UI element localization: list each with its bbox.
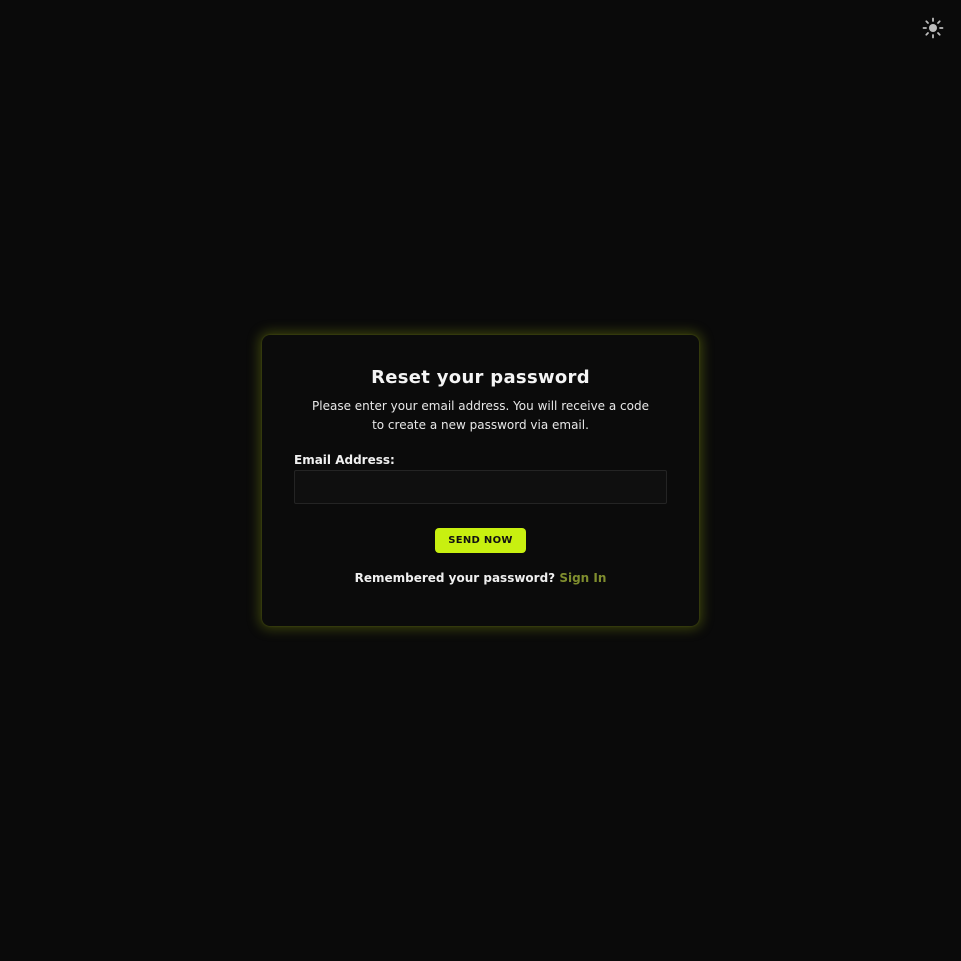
email-label: Email Address: [294,453,395,467]
sign-in-link[interactable]: Sign In [559,571,606,585]
email-input[interactable] [294,470,667,504]
theme-toggle-button[interactable] [921,16,945,40]
page-title: Reset your password [371,367,590,388]
send-now-button[interactable]: SEND NOW [435,528,526,553]
instructions-text: Please enter your email address. You wil… [312,399,649,432]
signin-prompt-text: Remembered your password? [354,571,556,585]
signin-prompt: Remembered your password? Sign In [262,569,699,587]
reset-password-card: Reset your password Please enter your em… [262,335,699,626]
sun-icon [922,17,944,39]
